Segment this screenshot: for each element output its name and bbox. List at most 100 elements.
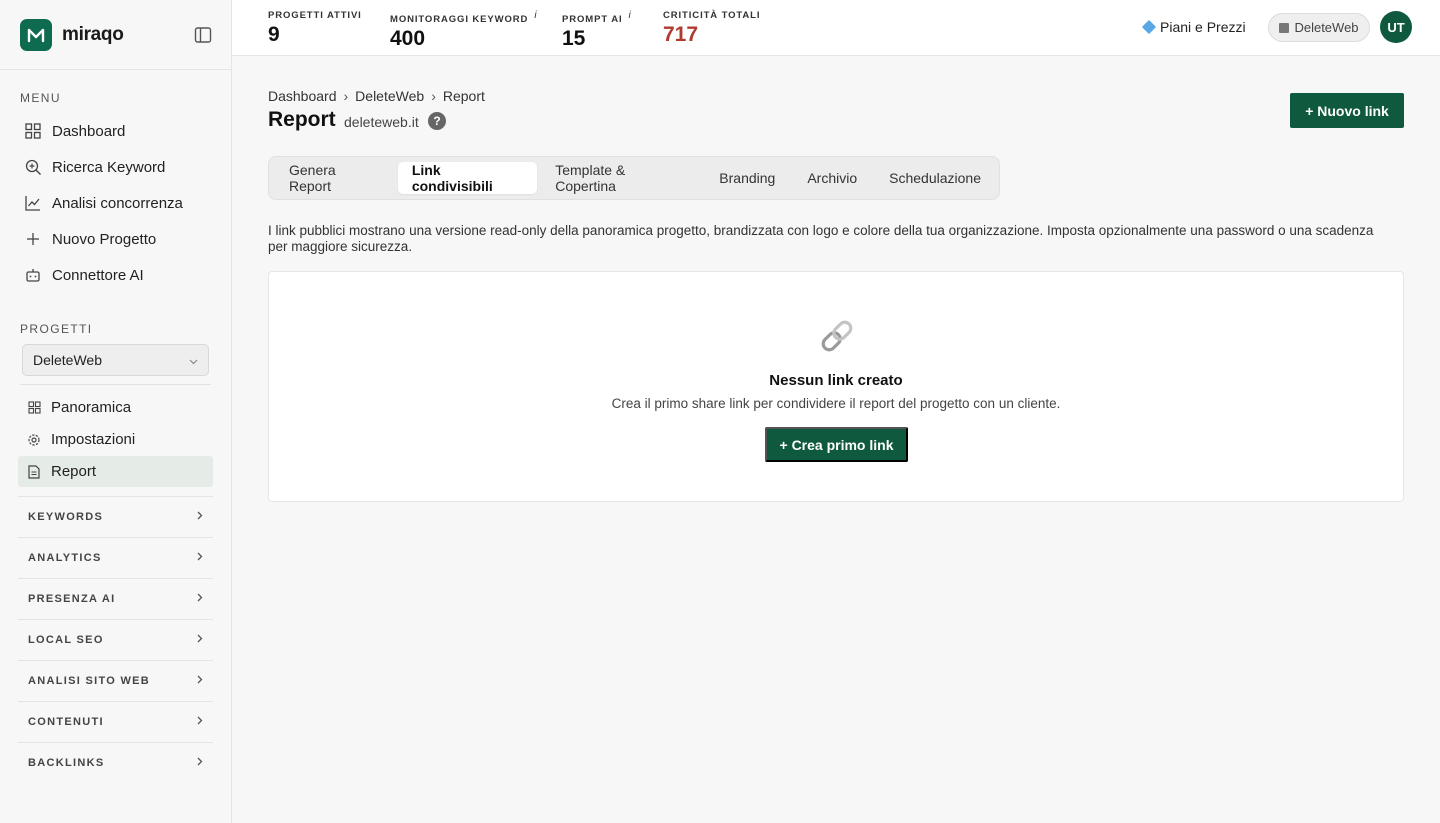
pricing-link[interactable]: Piani e Prezzi: [1141, 19, 1246, 35]
sidebar-item-label: Impostazioni: [51, 431, 136, 448]
sidebar-item-label: Ricerca Keyword: [52, 158, 166, 176]
search-plus-icon: [24, 158, 42, 176]
breadcrumb: Dashboard › DeleteWeb › Report: [268, 88, 485, 104]
brand-header: miraqo: [0, 0, 231, 70]
sidebar-group-keywords[interactable]: KEYWORDS: [18, 496, 213, 536]
sidebar-item-label: Nuovo Progetto: [52, 230, 157, 248]
sidebar-group-analisi-sito-web[interactable]: ANALISI SITO WEB: [18, 660, 213, 700]
empty-state-title: Nessun link creato: [769, 372, 903, 389]
pricing-label: Piani e Prezzi: [1160, 19, 1246, 35]
chevron-right-icon: [197, 552, 203, 564]
stat-value: 717: [663, 23, 699, 46]
sidebar-item-panoramica[interactable]: Panoramica: [18, 392, 213, 423]
chevron-right-icon: [197, 716, 203, 728]
divider: [20, 384, 211, 385]
stat-label: CRITICITÀ TOTALI: [663, 10, 761, 21]
intro-text: I link pubblici mostrano una versione re…: [268, 223, 1374, 254]
sidebar-group-presenza-ai[interactable]: PRESENZA AI: [18, 578, 213, 618]
sidebar-item-connettore-ai[interactable]: Connettore AI: [18, 259, 213, 291]
chevron-right-icon: [197, 675, 203, 687]
stat-value: 400: [390, 27, 426, 51]
sidebar-group-label: LOCAL SEO: [28, 633, 104, 646]
tab-template-copertina[interactable]: Template & Copertina: [541, 162, 701, 194]
stat-progetti-attivi: PROGETTI ATTIVI 9: [268, 10, 362, 47]
tab-link-condivisibili[interactable]: Link condivisibili: [397, 162, 538, 194]
sidebar-group-label: BACKLINKS: [28, 756, 105, 769]
gear-icon: [26, 432, 42, 448]
brand-name: miraqo: [62, 23, 124, 45]
sidebar-group-analytics[interactable]: ANALYTICS: [18, 537, 213, 577]
tab-schedulazione[interactable]: Schedulazione: [875, 162, 995, 194]
sidebar-item-ricerca-keyword[interactable]: Ricerca Keyword: [18, 151, 213, 183]
sidebar-group-local-seo[interactable]: LOCAL SEO: [18, 619, 213, 659]
sidebar-item-label: Report: [51, 463, 97, 480]
sidebar-item-analisi-concorrenza[interactable]: Analisi concorrenza: [18, 187, 213, 219]
sidebar-item-report[interactable]: Report: [18, 456, 213, 487]
stat-value: 9: [268, 23, 280, 46]
sidebar-group-label: CONTENUTI: [28, 715, 104, 728]
sidebar-group-contenuti[interactable]: CONTENUTI: [18, 701, 213, 741]
chevron-right-icon: [197, 593, 203, 605]
sidebar-group-label: ANALYTICS: [28, 551, 102, 564]
empty-state-description: Crea il primo share link per condividere…: [611, 396, 1061, 411]
breadcrumb-item-dashboard[interactable]: Dashboard: [268, 88, 337, 104]
sidebar-item-dashboard[interactable]: Dashboard: [18, 115, 213, 147]
organization-switcher[interactable]: DeleteWeb: [1268, 13, 1370, 42]
chevron-right-icon: [197, 511, 203, 523]
empty-state-card: Nessun link creato Crea il primo share l…: [268, 271, 1404, 502]
stat-criticita-totali: CRITICITÀ TOTALI 717: [663, 10, 760, 47]
stat-label: MONITORAGGI KEYWORD i: [390, 10, 538, 26]
stat-prompt-ai: PROMPT AI i 15: [562, 10, 632, 51]
diamond-icon: [1141, 19, 1157, 35]
robot-icon: [24, 266, 42, 284]
tab-genera-report[interactable]: Genera Report: [275, 162, 394, 194]
document-icon: [26, 464, 42, 480]
avatar[interactable]: UT: [1380, 11, 1412, 43]
chevron-right-icon: [197, 634, 203, 646]
project-domain: deleteweb.it: [344, 114, 419, 130]
sidebar-item-label: Panoramica: [51, 399, 132, 416]
info-icon[interactable]: i: [534, 10, 537, 21]
sidebar-group-label: ANALISI SITO WEB: [28, 674, 151, 687]
report-tabs: Genera Report Link condivisibili Templat…: [268, 156, 1000, 200]
breadcrumb-separator: ›: [343, 88, 349, 104]
sidebar-group-label: PRESENZA AI: [28, 592, 116, 605]
info-icon[interactable]: i: [629, 10, 632, 21]
breadcrumb-separator: ›: [431, 88, 436, 104]
chevron-down-icon: [189, 352, 198, 368]
help-icon[interactable]: ?: [428, 112, 446, 130]
create-first-link-button[interactable]: + Crea primo link: [765, 427, 908, 462]
page-title: Report: [268, 108, 336, 131]
chevron-right-icon: [197, 757, 203, 769]
organization-name: DeleteWeb: [1294, 20, 1359, 35]
sidebar-item-label: Analisi concorrenza: [52, 194, 183, 212]
tab-archivio[interactable]: Archivio: [793, 162, 871, 194]
new-link-button[interactable]: + Nuovo link: [1290, 93, 1404, 128]
sidebar-toggle-icon[interactable]: [193, 25, 213, 45]
link-icon: [817, 316, 857, 356]
sidebar-group-backlinks[interactable]: BACKLINKS: [18, 742, 213, 782]
line-chart-icon: [24, 194, 42, 212]
sidebar-item-label: Dashboard: [52, 122, 126, 140]
stat-label: PROMPT AI i: [562, 10, 632, 26]
grid-icon: [24, 122, 42, 140]
building-icon: [1279, 22, 1290, 33]
sidebar-item-label: Connettore AI: [52, 266, 144, 284]
project-select[interactable]: DeleteWeb: [22, 344, 209, 376]
stat-value: 15: [562, 27, 586, 51]
stat-label: PROGETTI ATTIVI: [268, 10, 362, 21]
project-select-value: DeleteWeb: [33, 352, 103, 368]
plus-icon: [24, 230, 42, 248]
logo-icon[interactable]: [20, 18, 52, 51]
projects-section-label: PROGETTI: [20, 322, 93, 336]
breadcrumb-item-current: Report: [442, 88, 485, 104]
topbar: PROGETTI ATTIVI 9 MONITORAGGI KEYWORD i 4…: [232, 0, 1440, 56]
breadcrumb-item-project[interactable]: DeleteWeb: [355, 88, 424, 104]
grid-icon: [26, 400, 42, 416]
sidebar-item-impostazioni[interactable]: Impostazioni: [18, 424, 213, 455]
sidebar-item-nuovo-progetto[interactable]: Nuovo Progetto: [18, 223, 213, 255]
tab-branding[interactable]: Branding: [705, 162, 789, 194]
sidebar: miraqo MENU Dashboard Ricerca Keyword An…: [0, 0, 232, 823]
stat-monitoraggi-keyword: MONITORAGGI KEYWORD i 400: [390, 10, 537, 51]
sidebar-group-label: KEYWORDS: [28, 510, 104, 523]
